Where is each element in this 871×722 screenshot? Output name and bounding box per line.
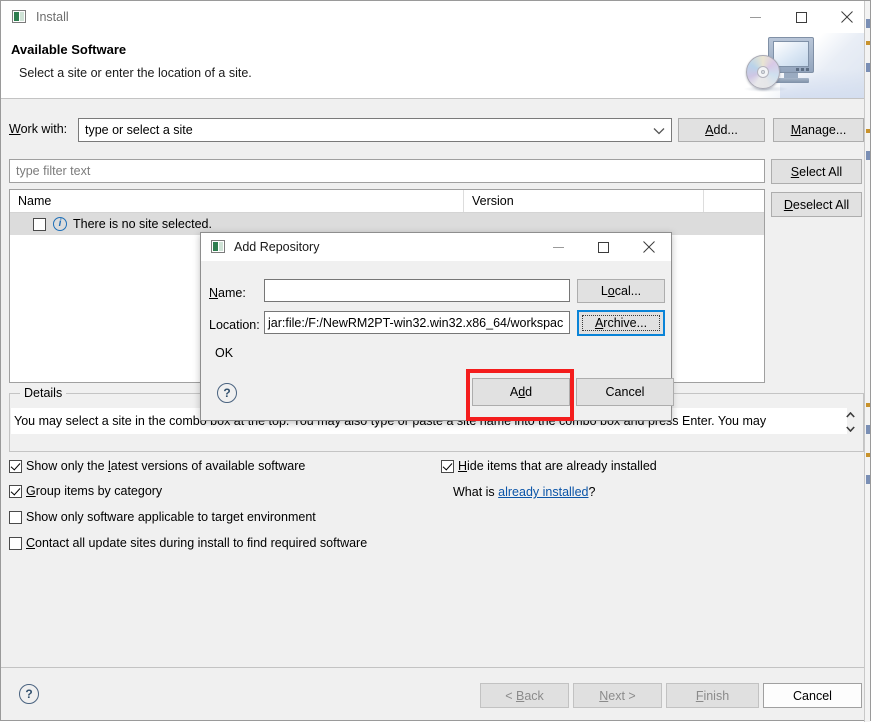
checkbox-applicable-target-env[interactable]: Show only software applicable to target …: [9, 510, 316, 524]
checkbox-box: [441, 459, 454, 473]
work-with-label: Work with:: [9, 122, 68, 136]
column-header-name[interactable]: Name: [10, 190, 464, 212]
window-controls: [732, 1, 870, 33]
maximize-icon[interactable]: [778, 1, 824, 33]
checkbox-contact-update-sites[interactable]: Contact all update sites during install …: [9, 536, 367, 550]
work-with-combo-value: type or select a site: [85, 123, 193, 137]
filter-input[interactable]: type filter text: [9, 159, 765, 183]
what-is-already-installed: What is already installed?: [453, 485, 595, 499]
install-icon: [11, 9, 27, 25]
select-all-button[interactable]: Select All: [771, 159, 862, 184]
checkbox-show-latest-versions[interactable]: Show only the latest versions of availab…: [9, 459, 305, 473]
monitor-with-cd-icon: [740, 33, 870, 98]
close-icon[interactable]: [626, 233, 671, 261]
checkbox-label: Show only the latest versions of availab…: [26, 459, 306, 473]
page-header: Available Software Select a site or ente…: [1, 33, 870, 99]
wizard-footer: ? < Back Next > Finish Cancel: [1, 667, 870, 720]
add-site-button[interactable]: Add...: [678, 118, 765, 142]
maximize-icon[interactable]: [581, 233, 626, 261]
checkbox-box: [9, 459, 22, 473]
dialog-status-text: OK: [215, 346, 234, 360]
info-icon: i: [53, 217, 67, 231]
deselect-all-button[interactable]: Deselect All: [771, 192, 862, 217]
local-button[interactable]: Local...: [577, 279, 665, 303]
minimize-icon[interactable]: [536, 233, 581, 261]
checkbox-label: Contact all update sites during install …: [26, 536, 368, 550]
already-installed-link[interactable]: already installed: [498, 485, 588, 499]
next-button: Next >: [573, 683, 662, 708]
filter-placeholder: type filter text: [16, 164, 91, 178]
tree-header: Name Version: [10, 190, 764, 213]
checkbox-box: [9, 484, 22, 498]
checkbox-label: Group items by category: [26, 484, 163, 498]
name-label: Name:: [209, 286, 246, 300]
row-checkbox[interactable]: [33, 217, 46, 231]
dialog-title: Add Repository: [234, 240, 320, 254]
column-header-version[interactable]: Version: [464, 190, 704, 212]
scroll-arrows-icon[interactable]: [844, 412, 856, 432]
page-subtitle: Select a site or enter the location of a…: [19, 66, 252, 80]
checkbox-hide-installed[interactable]: Hide items that are already installed: [441, 459, 657, 473]
window-titlebar: Install: [1, 1, 870, 33]
dialog-titlebar: Add Repository: [201, 233, 671, 261]
location-field-value: jar:file:/F:/NewRM2PT-win32.win32.x86_64…: [268, 315, 564, 330]
checkbox-group-by-category[interactable]: Group items by category: [9, 484, 162, 498]
dialog-window-controls: [536, 233, 671, 261]
install-wizard-window: Install Available Software Select a site…: [0, 0, 871, 722]
work-with-row: Work with: type or select a site Add... …: [1, 118, 870, 142]
column-header-filler: [704, 190, 766, 212]
back-button: < Back: [480, 683, 569, 708]
help-icon[interactable]: ?: [19, 684, 39, 704]
checkbox-label: Hide items that are already installed: [458, 459, 657, 473]
what-is-prefix: What is: [453, 485, 499, 499]
dialog-cancel-button[interactable]: Cancel: [576, 378, 674, 406]
page-title: Available Software: [11, 42, 127, 57]
cancel-button[interactable]: Cancel: [763, 683, 862, 708]
details-legend: Details: [20, 386, 67, 400]
checkbox-box: [9, 536, 22, 550]
checkbox-box: [9, 510, 22, 524]
name-field[interactable]: [264, 279, 570, 302]
install-icon: [210, 239, 226, 255]
archive-button[interactable]: Archive...: [577, 310, 665, 336]
dialog-add-button[interactable]: Add: [472, 378, 570, 406]
work-with-combo[interactable]: type or select a site: [78, 118, 672, 142]
row-label: There is no site selected.: [73, 217, 212, 231]
finish-button: Finish: [666, 683, 759, 708]
window-title: Install: [36, 10, 69, 24]
add-repository-dialog: Add Repository Name: Local... Location:: [200, 232, 674, 421]
help-icon[interactable]: ?: [217, 383, 237, 403]
location-label: Location:: [209, 318, 260, 332]
what-is-suffix: ?: [588, 485, 596, 499]
background-window-edge: [864, 1, 870, 722]
chevron-down-icon[interactable]: [653, 119, 665, 143]
minimize-icon[interactable]: [732, 1, 778, 33]
location-field[interactable]: jar:file:/F:/NewRM2PT-win32.win32.x86_64…: [264, 311, 570, 334]
checkbox-label: Show only software applicable to target …: [26, 510, 316, 524]
manage-sites-button[interactable]: Manage...: [773, 118, 864, 142]
